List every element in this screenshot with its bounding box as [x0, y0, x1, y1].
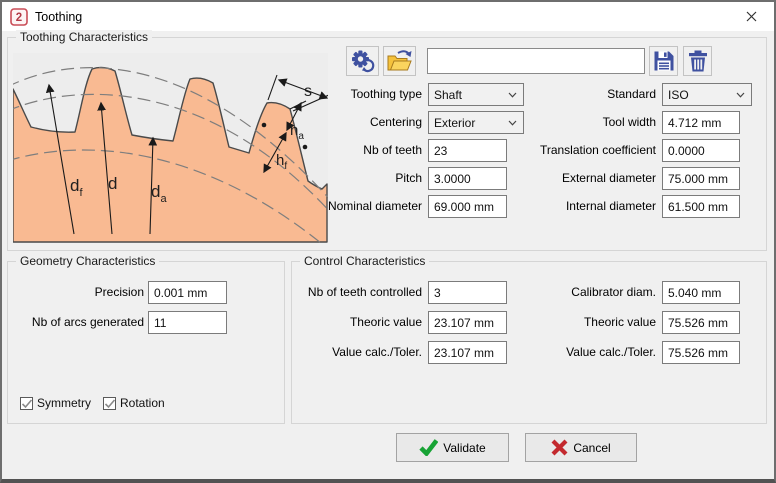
open-folder-icon [386, 49, 413, 73]
svg-text:2: 2 [16, 12, 22, 24]
standard-select[interactable]: ISO [662, 83, 752, 106]
nominal-diameter-label: Nominal diameter [232, 195, 422, 218]
internal-diameter-input[interactable] [662, 195, 740, 218]
svg-text:d: d [108, 174, 117, 193]
validate-button[interactable]: Validate [396, 433, 509, 462]
value-calc-toler-right-label: Value calc./Toler. [466, 341, 656, 364]
toothing-dialog: 2 Toothing Toothing Characteristics [0, 0, 776, 483]
gear-refresh-icon [350, 49, 376, 73]
translation-coefficient-label: Translation coefficient [466, 139, 656, 162]
validate-check-icon [419, 439, 438, 456]
label-da: d [151, 182, 160, 201]
toothing-type-label: Toothing type [232, 83, 422, 106]
value-calc-toler-left-label: Value calc./Toler. [242, 341, 422, 364]
theoric-value-right-input[interactable] [662, 311, 740, 334]
symmetry-label: Symmetry [37, 396, 91, 410]
theoric-value-left-label: Theoric value [242, 311, 422, 334]
centering-label: Centering [232, 111, 422, 134]
window-title: Toothing [35, 10, 82, 24]
title-bar: 2 Toothing [2, 2, 774, 31]
check-icon [104, 399, 116, 409]
symmetry-checkbox[interactable] [20, 397, 33, 410]
label-df: d [70, 176, 79, 195]
cancel-button[interactable]: Cancel [525, 433, 637, 462]
cancel-x-icon [551, 439, 568, 456]
nb-of-teeth-label: Nb of teeth [232, 139, 422, 162]
trash-icon [688, 50, 708, 72]
nb-arcs-generated-input[interactable] [148, 311, 227, 334]
rotation-label: Rotation [120, 396, 165, 410]
chevron-down-icon [736, 92, 745, 98]
theoric-value-right-label: Theoric value [466, 311, 656, 334]
external-diameter-input[interactable] [662, 167, 740, 190]
label-d: d [108, 174, 117, 193]
close-icon [746, 11, 757, 22]
translation-coefficient-input[interactable] [662, 139, 740, 162]
value-calc-toler-right-input[interactable] [662, 341, 740, 364]
open-button[interactable] [383, 46, 416, 76]
tool-width-label: Tool width [466, 111, 656, 134]
app-logo-icon: 2 [10, 8, 28, 26]
generate-button[interactable] [346, 46, 379, 76]
group-title: Geometry Characteristics [16, 254, 159, 268]
standard-label: Standard [466, 83, 656, 106]
calibrator-diam-label: Calibrator diam. [466, 281, 656, 304]
save-button[interactable] [649, 46, 678, 76]
nb-teeth-controlled-label: Nb of teeth controlled [242, 281, 422, 304]
check-icon [21, 399, 33, 409]
precision-input[interactable] [148, 281, 227, 304]
save-icon [653, 50, 675, 72]
internal-diameter-label: Internal diameter [466, 195, 656, 218]
preset-name-input[interactable] [427, 48, 645, 74]
group-title: Toothing Characteristics [16, 30, 152, 44]
external-diameter-label: External diameter [466, 167, 656, 190]
precision-label: Precision [12, 281, 144, 304]
calibrator-diam-input[interactable] [662, 281, 740, 304]
delete-button[interactable] [683, 46, 712, 76]
nb-arcs-generated-label: Nb of arcs generated [12, 311, 144, 334]
geometry-options: Symmetry Rotation [20, 396, 177, 410]
pitch-label: Pitch [232, 167, 422, 190]
close-button[interactable] [729, 2, 774, 31]
tool-width-input[interactable] [662, 111, 740, 134]
rotation-checkbox[interactable] [103, 397, 116, 410]
group-title: Control Characteristics [300, 254, 429, 268]
